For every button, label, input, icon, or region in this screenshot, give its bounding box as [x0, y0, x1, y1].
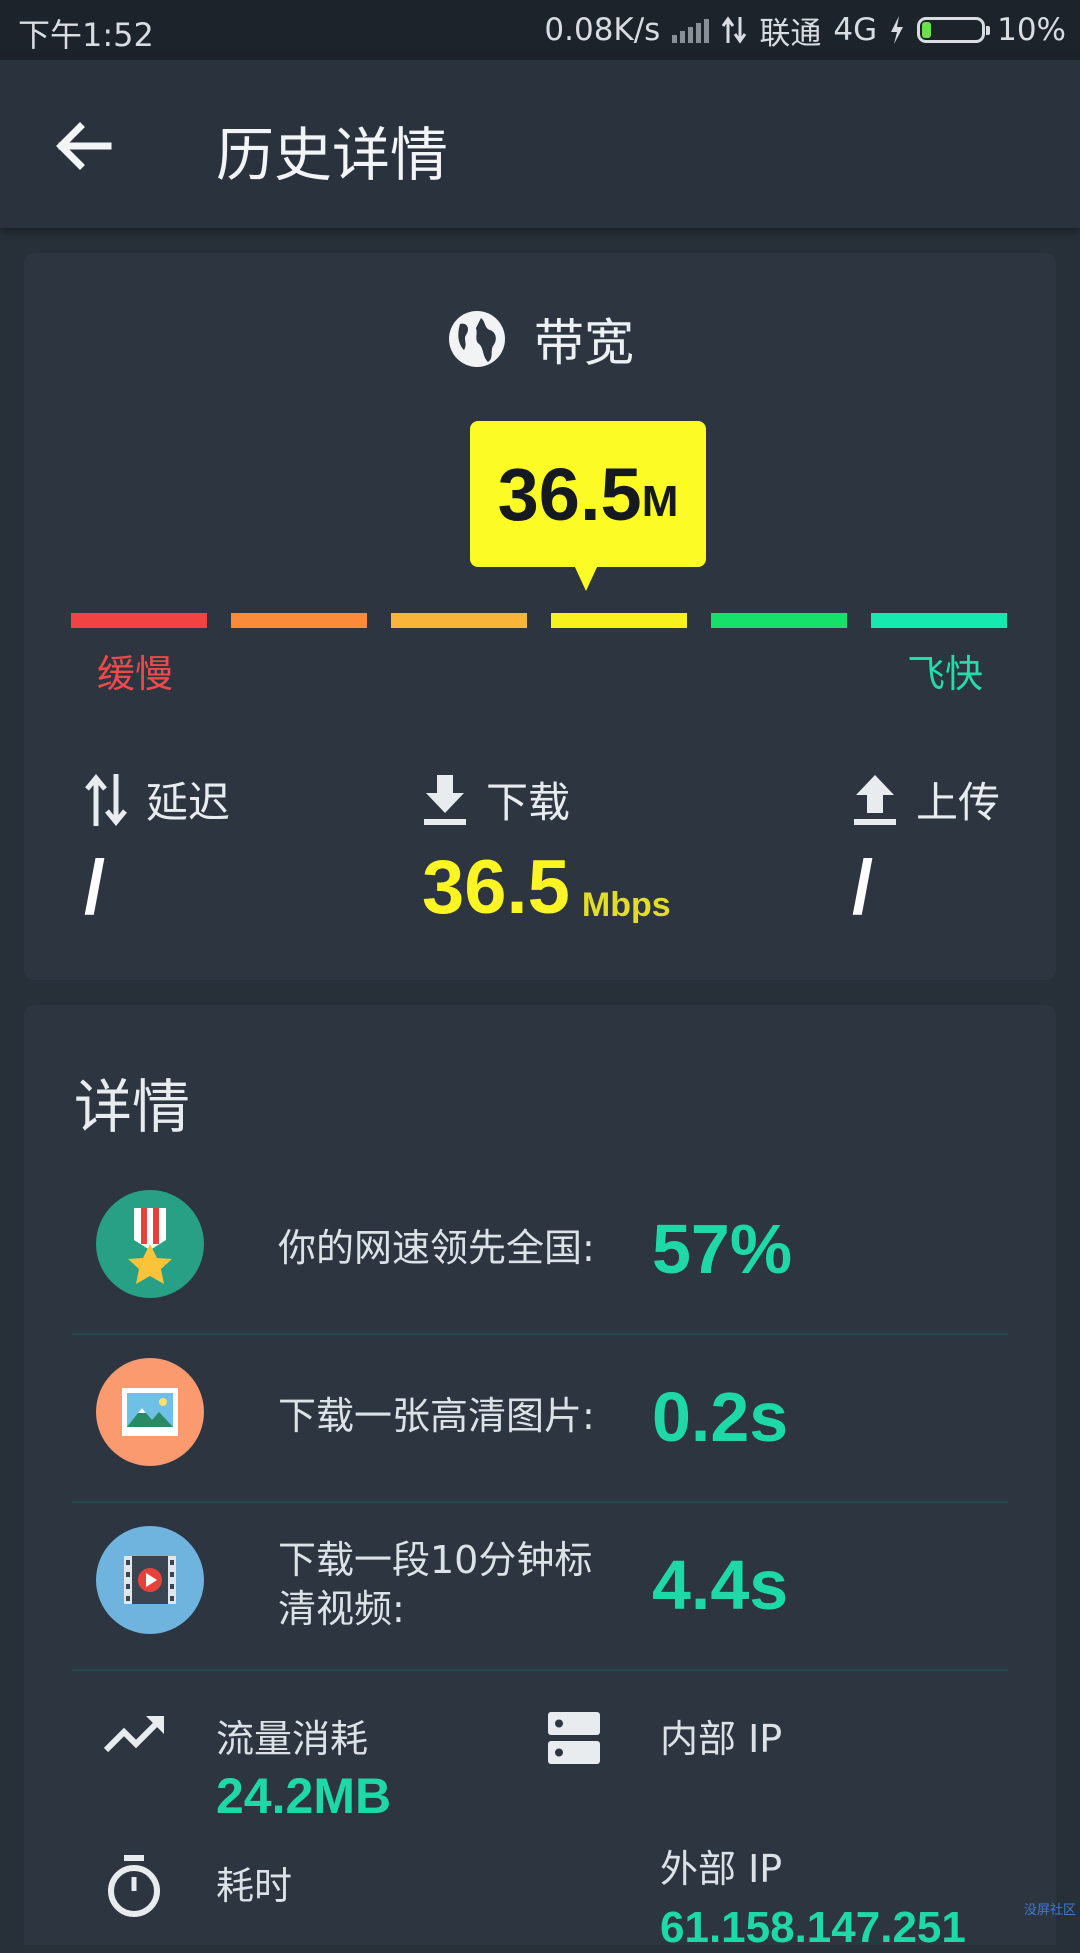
scale-segment	[71, 613, 207, 628]
upload-metric: 上传 /	[852, 769, 1000, 931]
latency-metric: 延迟 /	[84, 769, 230, 931]
bandwidth-value: 36.5	[497, 452, 642, 536]
external-ip-value: 61.158.147.251	[660, 1903, 966, 1952]
bandwidth-header: 带宽	[24, 303, 1056, 375]
back-button[interactable]	[48, 110, 120, 182]
image-value: 0.2s	[652, 1378, 789, 1456]
app-bar: 历史详情	[0, 60, 1080, 228]
status-time: 下午1:52	[18, 16, 154, 54]
bandwidth-card: 带宽 36.5 M 缓慢 飞快 延迟 / 下载 36.5 Mbps 上传 /	[24, 253, 1056, 980]
internal-ip-label: 内部 IP	[660, 1717, 783, 1761]
details-title: 详情	[74, 1073, 191, 1141]
rank-row: 你的网速领先全国: 57%	[72, 1165, 1008, 1335]
trending-up-icon	[103, 1716, 164, 1753]
scale-segment	[391, 613, 527, 628]
download-value: 36.5	[422, 845, 570, 930]
download-label: 下载	[486, 778, 571, 827]
bandwidth-value-bubble: 36.5 M	[470, 421, 706, 591]
scale-segment	[551, 613, 687, 628]
page-title: 历史详情	[216, 121, 449, 189]
scale-segment	[871, 613, 1007, 628]
rank-label: 你的网速领先全国:	[278, 1226, 595, 1271]
carrier-name: 联通	[759, 15, 822, 52]
battery-icon	[917, 17, 991, 43]
traffic-label: 流量消耗	[216, 1717, 369, 1761]
scale-segment	[711, 613, 847, 628]
traffic-value: 24.2MB	[216, 1768, 392, 1824]
medal-icon	[96, 1190, 204, 1298]
data-transfer-icon	[722, 16, 747, 44]
image-row: 下载一张高清图片: 0.2s	[72, 1333, 1008, 1503]
picture-icon	[96, 1358, 204, 1466]
rank-value: 57%	[652, 1210, 793, 1288]
duration-label: 耗时	[216, 1864, 293, 1908]
external-ip-label: 外部 IP	[660, 1847, 783, 1891]
upload-label: 上传	[916, 778, 1001, 827]
duration-info: 耗时	[216, 1855, 292, 1910]
latency-arrows-icon	[85, 773, 127, 826]
scale-segment	[231, 613, 367, 628]
bandwidth-unit: M	[641, 477, 679, 526]
image-label: 下载一张高清图片:	[278, 1394, 595, 1439]
status-bar: 下午1:52 0.08K/s 联通 4G 10%	[0, 0, 1080, 60]
network-type: 4G	[833, 12, 878, 48]
video-label: 下载一段10分钟标清视频:	[278, 1537, 593, 1631]
traffic-info: 流量消耗 24.2MB	[216, 1708, 391, 1825]
stopwatch-icon	[108, 1855, 160, 1917]
latency-label: 延迟	[146, 778, 231, 827]
upload-value: /	[852, 845, 874, 930]
video-row: 下载一段10分钟标清视频: 4.4s	[72, 1501, 1008, 1671]
server-icon	[548, 1712, 600, 1764]
download-metric: 下载 36.5 Mbps	[422, 769, 671, 931]
watermark: 没屏社区	[1023, 1903, 1076, 1918]
details-card: 详情 你的网速领先全国: 57% 下载一张高清图片: 0.2s 下载一段10分钟…	[24, 1005, 1056, 1952]
scale-fast-label: 飞快	[906, 652, 983, 696]
bandwidth-label: 带宽	[534, 314, 634, 372]
battery-level: 10%	[997, 12, 1066, 48]
internal-ip-info: 内部 IP	[660, 1708, 782, 1763]
charging-icon	[891, 16, 904, 44]
download-icon	[424, 774, 466, 825]
status-right: 0.08K/s 联通 4G 10%	[544, 10, 1066, 52]
signal-icon	[672, 17, 710, 43]
back-arrow-icon	[56, 122, 112, 170]
upload-icon	[854, 774, 896, 825]
download-unit: Mbps	[581, 886, 671, 924]
video-value: 4.4s	[652, 1546, 789, 1624]
network-speed: 0.08K/s	[544, 12, 661, 48]
external-ip-info: 外部 IP 61.158.147.251	[660, 1838, 966, 1953]
video-icon	[96, 1526, 204, 1634]
scale-slow-label: 缓慢	[97, 652, 174, 696]
latency-value: /	[84, 845, 106, 930]
globe-icon	[449, 311, 505, 367]
